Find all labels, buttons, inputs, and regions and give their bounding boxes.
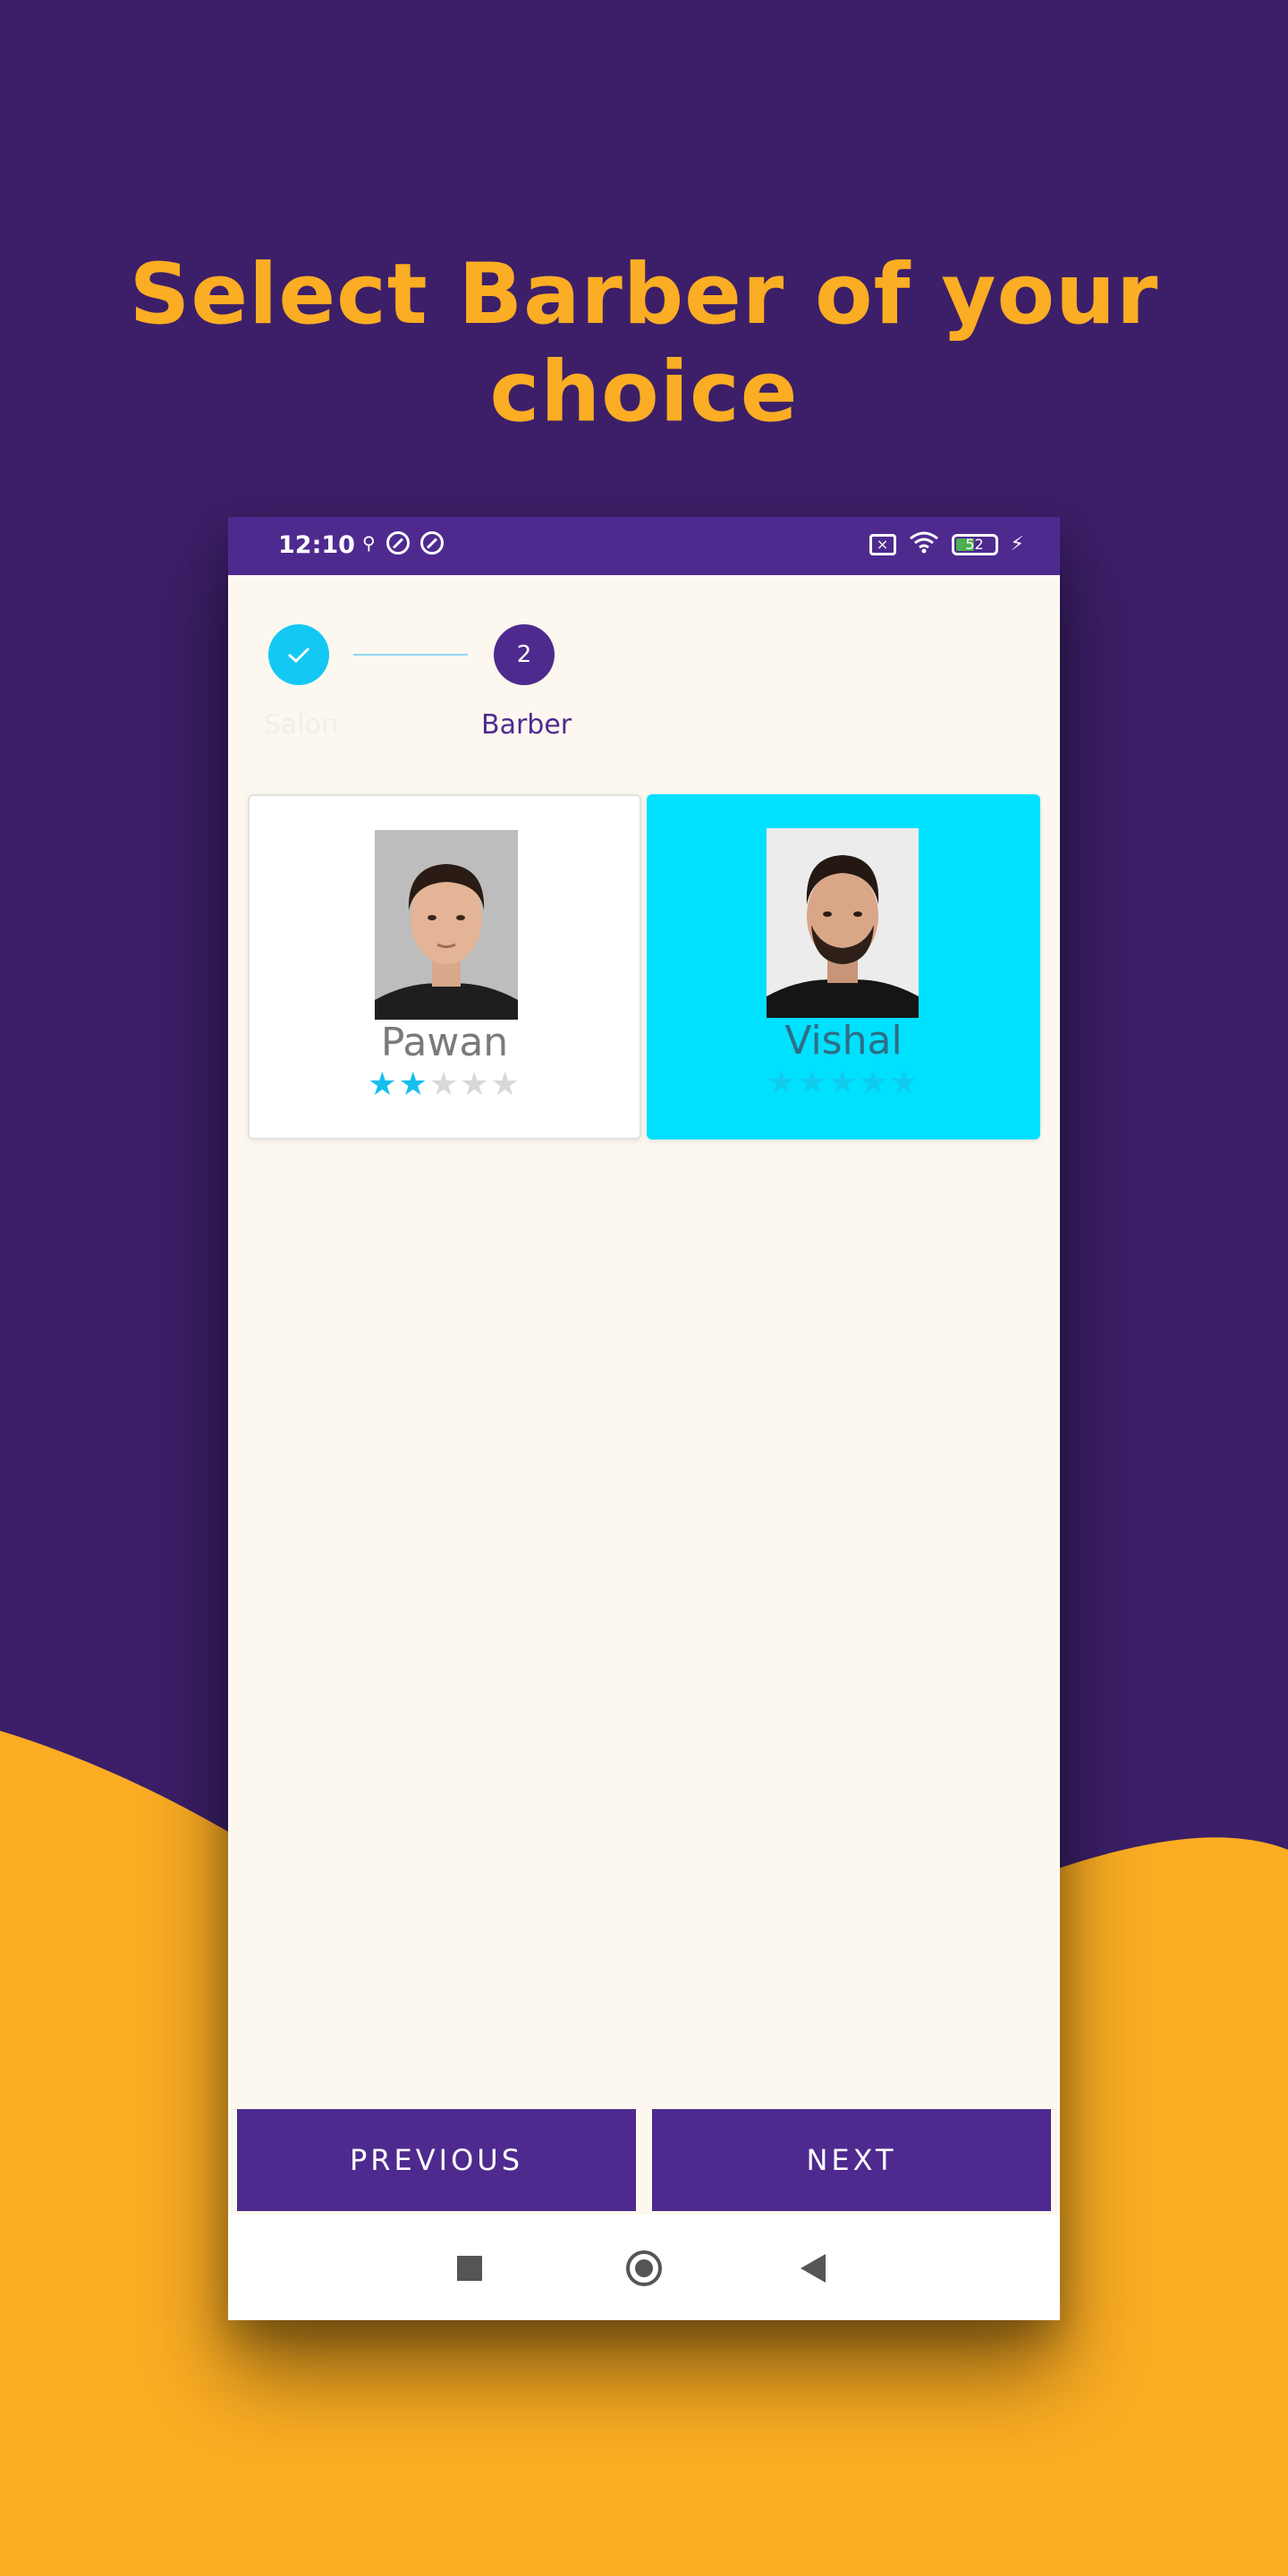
star-icon: ★ (490, 1066, 521, 1103)
star-icon: ★ (797, 1064, 828, 1101)
barber-card-vishal[interactable]: Vishal ★★★★★ (647, 794, 1040, 1140)
status-system-icons: × 52 ⚡ (869, 530, 1024, 558)
barber-rating: ★★★★★ (250, 1066, 640, 1103)
barber-photo (767, 828, 919, 1018)
step-connector (353, 654, 468, 656)
battery-level: 52 (965, 535, 984, 553)
recents-icon[interactable] (457, 2256, 482, 2281)
star-icon: ★ (767, 1064, 798, 1101)
android-nav-bar (228, 2215, 1060, 2320)
star-icon: ★ (889, 1064, 920, 1101)
barber-grid: Pawan ★★★★★ Vishal ★★★★★ (248, 794, 1040, 1140)
check-icon (288, 647, 310, 664)
step-salon-complete[interactable] (268, 624, 329, 685)
star-icon: ★ (368, 1066, 399, 1103)
wifi-icon (909, 530, 939, 558)
sim-no-signal-icon: × (869, 533, 896, 555)
star-icon: ★ (428, 1066, 461, 1103)
step-salon-label: Salon (264, 709, 339, 741)
notification-blocked-icon-2 (419, 531, 444, 555)
phone-screen: 12:10 ⚲ × 52 ⚡ 2 Salon Barber Pawan ★★★★… (228, 517, 1060, 2320)
notification-app-icon: ⚲ (362, 532, 376, 554)
notification-blocked-icon (386, 531, 410, 555)
charging-icon: ⚡ (1010, 533, 1024, 555)
status-time: 12:10 (278, 531, 355, 559)
back-icon[interactable] (801, 2254, 826, 2283)
step-barber-current[interactable]: 2 (494, 624, 555, 685)
next-button[interactable]: NEXT (652, 2109, 1051, 2211)
page-headline: Select Barber of your choice (129, 246, 1159, 441)
previous-button[interactable]: PREVIOUS (237, 2109, 636, 2211)
barber-card-pawan[interactable]: Pawan ★★★★★ (248, 794, 641, 1140)
status-bar: 12:10 ⚲ × 52 ⚡ (228, 517, 1060, 575)
step-barber-label: Barber (481, 709, 572, 741)
barber-photo (375, 830, 518, 1020)
home-icon[interactable] (626, 2250, 662, 2286)
barber-name: Vishal (784, 1018, 902, 1063)
barber-rating: ★★★★★ (647, 1064, 1040, 1101)
barber-name: Pawan (380, 1020, 509, 1065)
battery-icon: 52 (951, 533, 998, 555)
star-icon: ★ (827, 1064, 860, 1101)
star-icon: ★ (460, 1066, 491, 1103)
status-notification-icons: ⚲ (362, 531, 444, 555)
star-icon: ★ (398, 1066, 429, 1103)
booking-stepper: 2 Salon Barber (228, 575, 1060, 754)
star-icon: ★ (859, 1064, 890, 1101)
